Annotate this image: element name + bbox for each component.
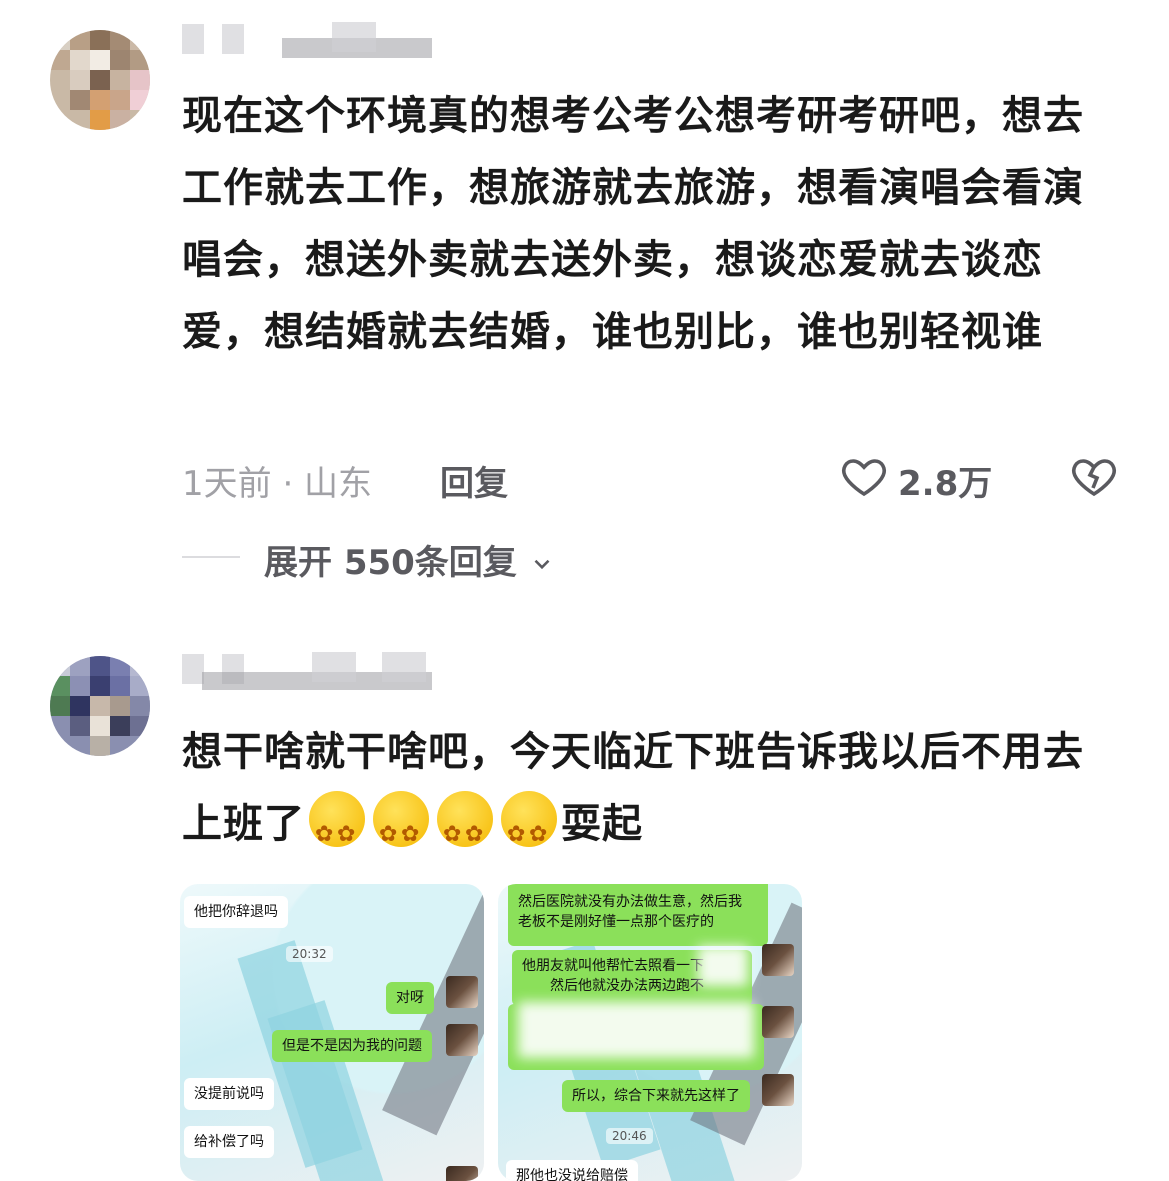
chat-avatar [446,1166,478,1181]
chat-bubble: 但是不是因为我的问题 [272,1030,432,1062]
avatar[interactable] [50,656,150,756]
username-blurred[interactable] [182,20,462,60]
chat-avatar [446,1024,478,1056]
comment-meta: 1天前 · 山东 [182,464,373,504]
expand-replies-label: 展开 550条回复 [264,543,517,583]
divider-line [182,556,240,558]
chat-bubble: 所以，综合下来就先这样了 [562,1080,750,1112]
chat-time: 20:32 [286,946,333,962]
chat-bubble: 那他也没说给赔偿 [506,1160,638,1181]
heart-icon[interactable] [840,452,888,500]
username-blurred[interactable] [182,650,462,690]
chat-bubble-line: 老板不是刚好懂一点那个医疗的 [518,914,714,930]
chat-avatar [762,1074,794,1106]
emoji-icon [373,791,429,871]
chat-bubble-line: 然后医院就没有办法做生意，然后我 [518,894,742,910]
chat-avatar [762,944,794,976]
avatar[interactable] [50,30,150,130]
chat-time: 20:46 [606,1128,653,1144]
emoji-icon [309,791,365,871]
comment-text: 想干啥就干啥吧，今天临近下班告诉我以后不用去上班了耍起 [182,716,1122,871]
expand-replies-button[interactable]: 展开 550条回复 [264,535,555,584]
emoji-icon [501,791,557,871]
comment-text: 现在这个环境真的想考公考公想考研考研吧，想去工作就去工作，想旅游就去旅游，想看演… [182,93,1084,355]
like-count: 2.8万 [898,464,993,504]
attached-image-2[interactable]: 然后医院就没有办法做生意，然后我 老板不是刚好懂一点那个医疗的 他朋友就叫他帮忙… [498,884,802,1181]
attached-image-1[interactable]: 他把你辞退吗 20:32 对呀 但是不是因为我的问题 没提前说吗 给补偿了吗 [180,884,484,1181]
chat-bubble: 给补偿了吗 [184,1126,274,1158]
chat-bubble: 没提前说吗 [184,1078,274,1110]
chat-avatar [446,976,478,1008]
emoji-icon [437,791,493,871]
comment-text-tail: 耍起 [561,801,643,847]
chat-bubble: 他把你辞退吗 [184,896,288,928]
dislike-icon[interactable] [1070,452,1118,500]
chevron-down-icon [534,559,550,570]
redacted-area [698,946,748,986]
chat-avatar [762,1006,794,1038]
chat-bubble: 然后医院就没有办法做生意，然后我 老板不是刚好懂一点那个医疗的 [508,884,768,946]
reply-button[interactable]: 回复 [440,456,508,505]
redacted-area [518,1002,754,1058]
chat-bubble: 对呀 [386,982,434,1014]
